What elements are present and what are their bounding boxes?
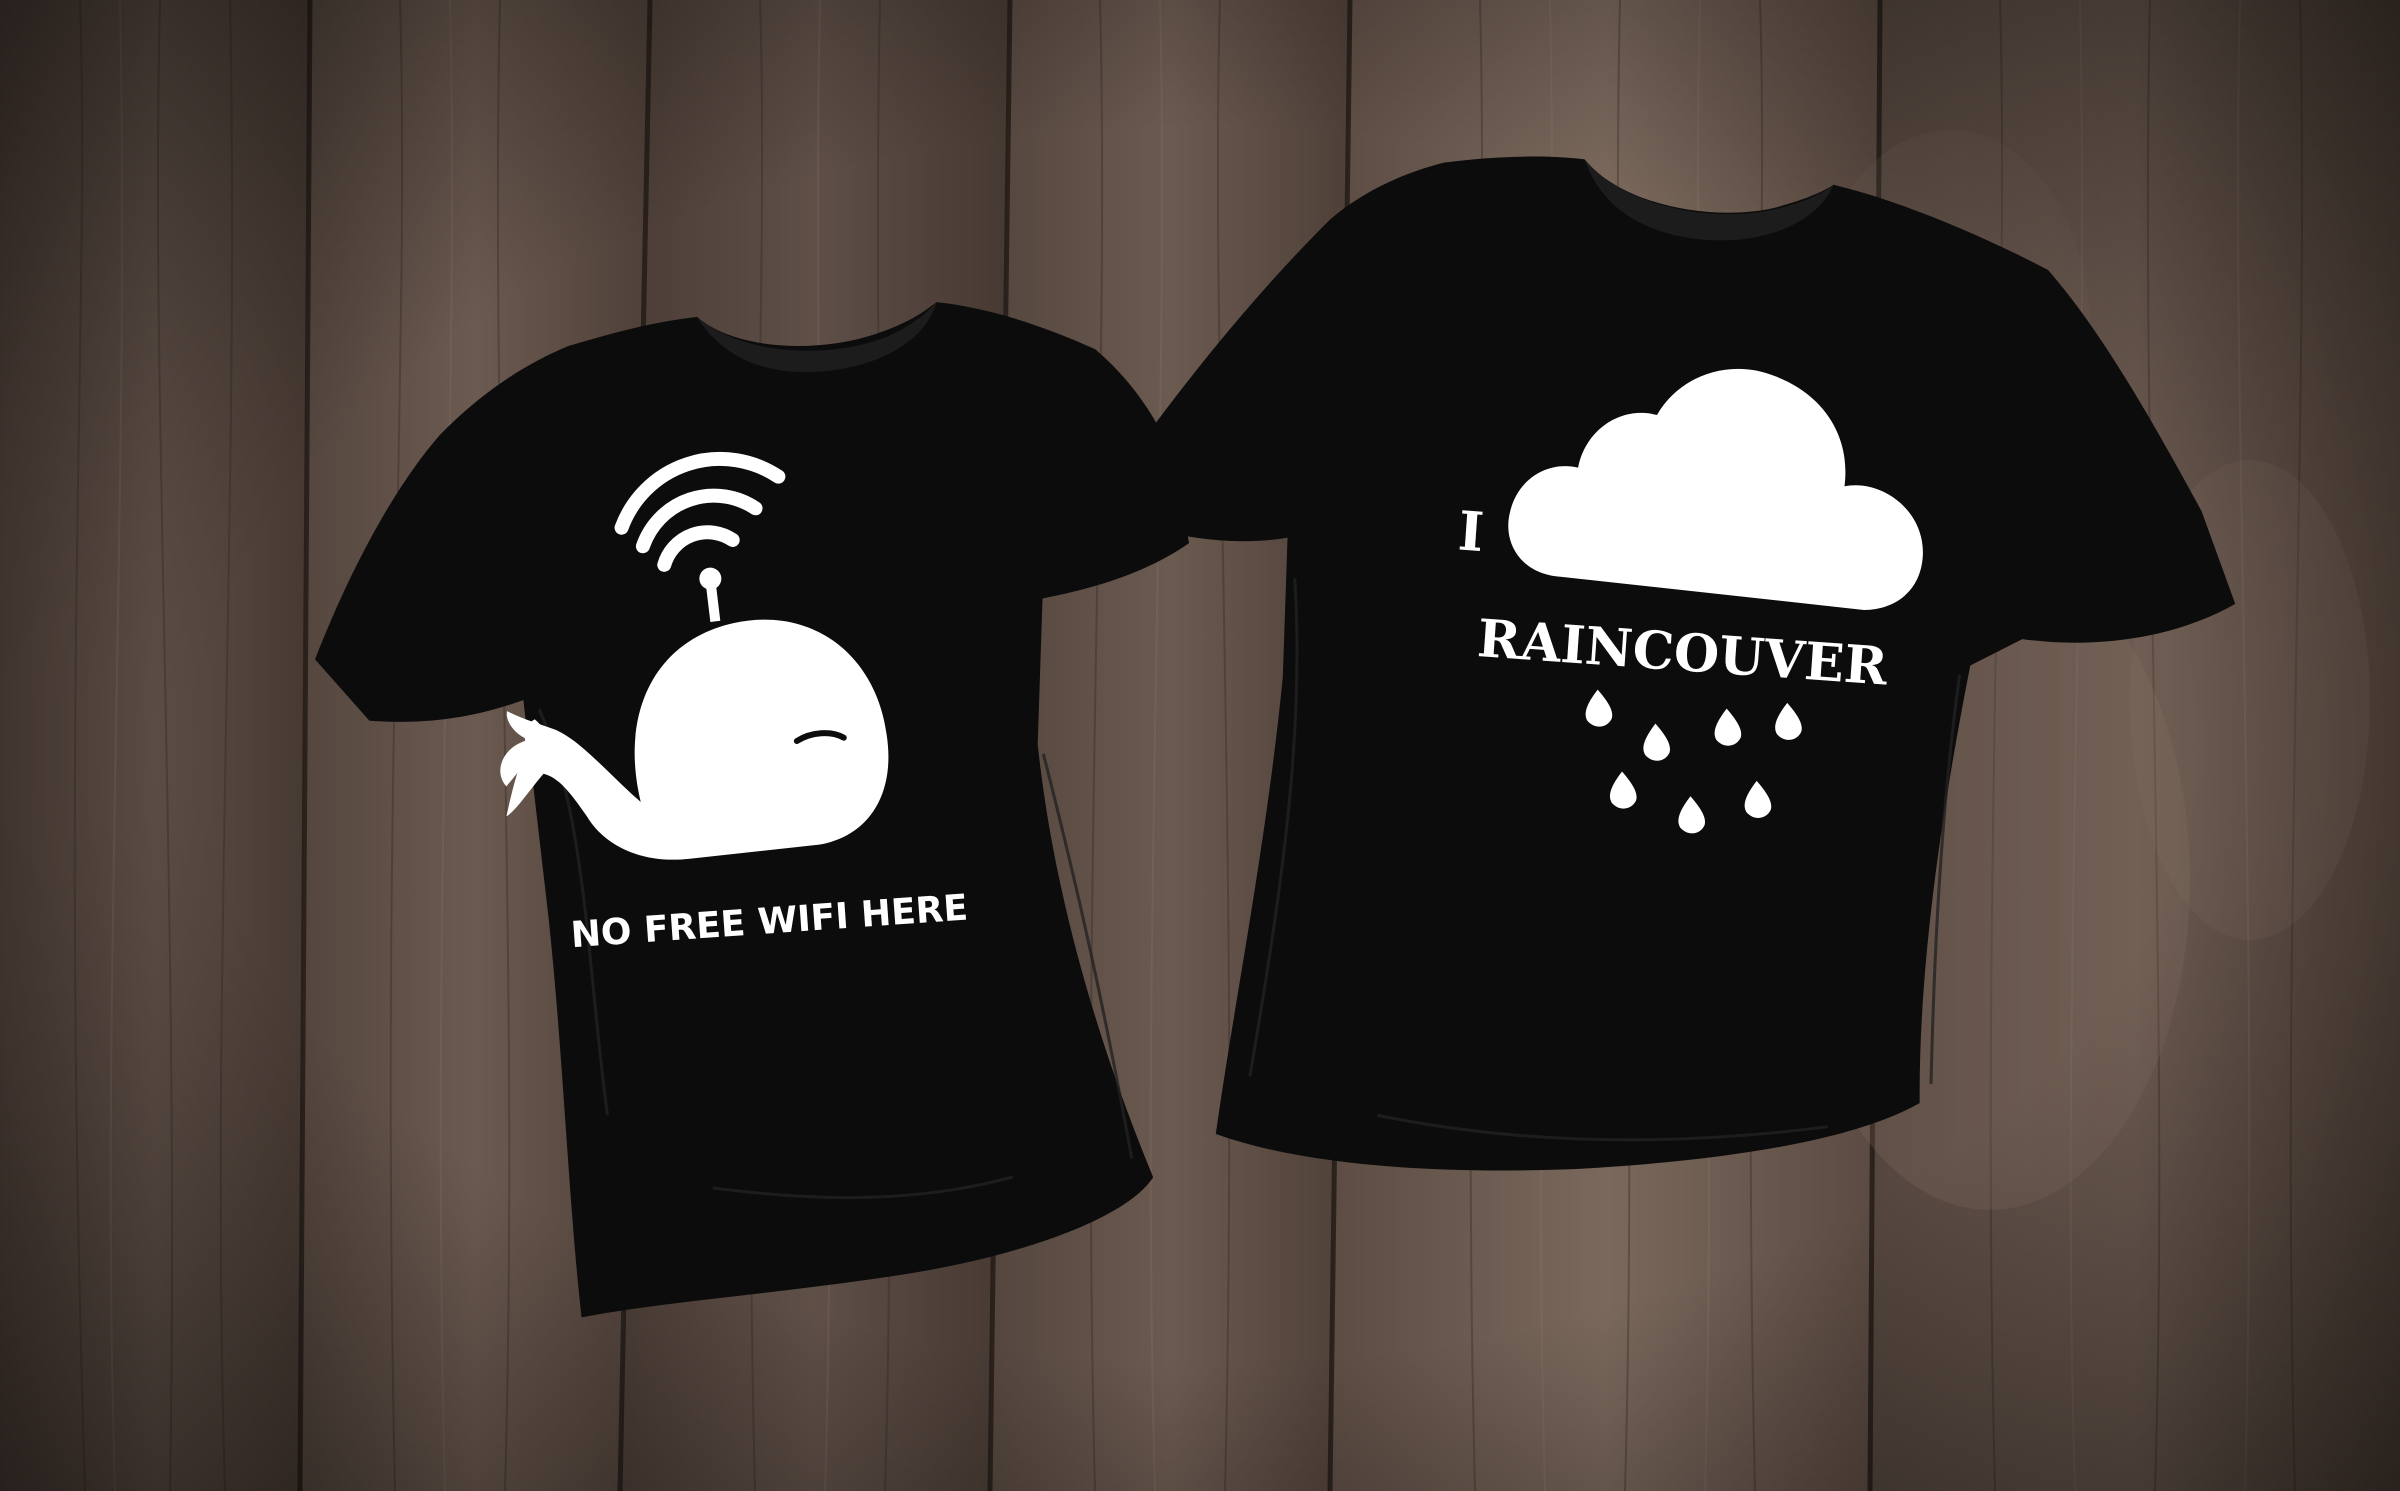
- shirt-right-line1: I: [1456, 499, 1486, 565]
- product-photo: NO FREE WIFI HERE I RAINCOUVER: [0, 0, 2400, 1491]
- shirt-right: I RAINCOUVER: [1110, 156, 2236, 1171]
